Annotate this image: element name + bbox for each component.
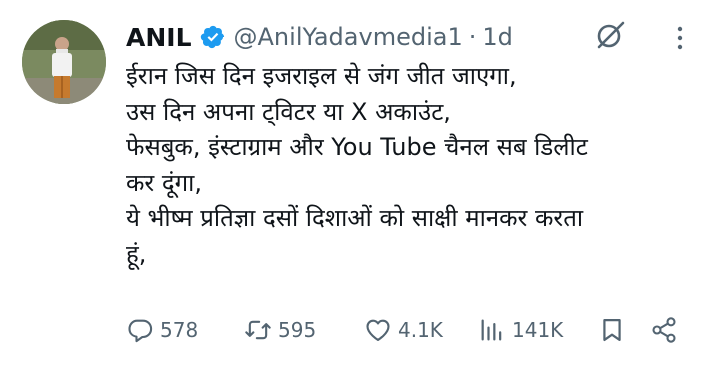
author-handle[interactable]: @AnilYadavmedia1: [234, 23, 463, 51]
views-icon: [481, 319, 502, 341]
repost-button[interactable]: 595: [244, 312, 316, 348]
avatar-photo: [22, 20, 106, 104]
grok-icon[interactable]: [594, 18, 628, 52]
share-icon: [652, 317, 676, 343]
views-button[interactable]: 141K: [478, 312, 563, 348]
more-options-icon[interactable]: [668, 24, 692, 52]
reply-count: 578: [160, 318, 199, 342]
like-button[interactable]: 4.1K: [364, 312, 443, 348]
views-count: 141K: [512, 318, 564, 342]
bookmark-icon: [603, 318, 621, 342]
like-count: 4.1K: [398, 318, 443, 342]
avatar[interactable]: [22, 20, 106, 104]
like-icon: [366, 319, 390, 341]
separator-dot: ·: [468, 23, 477, 51]
reply-icon: [128, 319, 153, 343]
repost-icon: [245, 320, 271, 340]
tweet-timestamp[interactable]: 1d: [482, 23, 513, 51]
reply-button[interactable]: 578: [126, 312, 198, 348]
repost-count: 595: [278, 318, 317, 342]
share-button[interactable]: [650, 312, 678, 348]
verified-badge-icon: [200, 24, 226, 50]
action-bar: 578 595 4.1K 141K: [126, 312, 686, 348]
tweet-text-line: ये भीष्म प्रतिज्ञा दसों दिशाओं को साक्षी…: [126, 204, 584, 232]
tweet-header: ANIL @AnilYadavmedia1 · 1d: [126, 19, 513, 55]
tweet-text-line: ईरान जिस दिन इजराइल से जंग जीत जाएगा,: [126, 62, 517, 90]
tweet-text: ईरान जिस दिन इजराइल से जंग जीत जाएगा, उस…: [126, 59, 706, 272]
bookmark-button[interactable]: [598, 312, 626, 348]
tweet-text-line: कर दूंगा,: [126, 168, 202, 197]
tweet-text-line: हूं,: [126, 239, 147, 268]
tweet-text-line: फेसबुक, इंस्टाग्राम और You Tube चैनल सब …: [126, 133, 588, 161]
tweet-text-line: उस दिन अपना ट्विटर या X अकाउंट,: [126, 97, 451, 126]
tweet-card[interactable]: ANIL @AnilYadavmedia1 · 1d ईरान जिस दिन …: [0, 0, 719, 369]
author-name[interactable]: ANIL: [126, 23, 192, 52]
